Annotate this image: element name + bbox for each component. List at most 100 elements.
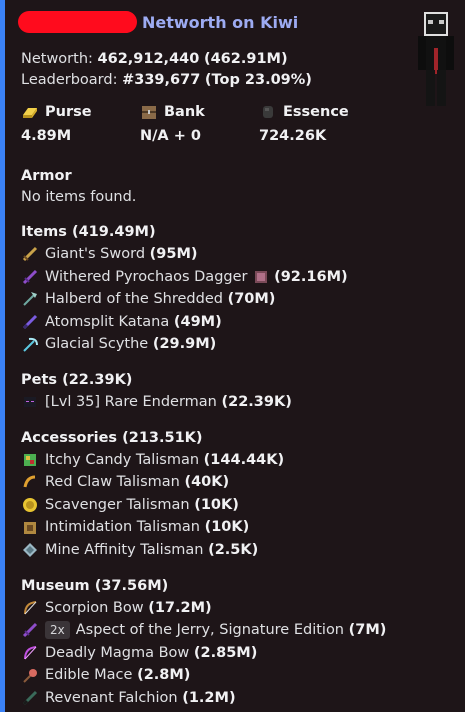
embed-accent-bar <box>0 0 5 712</box>
list-item: Edible Mace (2.8M) <box>21 664 441 687</box>
item-name: [Lvl 35] Rare Enderman <box>45 393 217 410</box>
networth-value: 462,912,440 <box>97 51 200 67</box>
gold-ingot-icon <box>23 108 37 118</box>
item-value: (144.44K) <box>203 451 285 468</box>
embed-author: Networth on Kiwi <box>18 8 441 36</box>
list-item: Giant's Sword (95M) <box>21 243 441 266</box>
pets-title: Pets (22.39K) <box>21 371 133 388</box>
item-name: Atomsplit Katana <box>45 313 170 330</box>
list-item: Atomsplit Katana (49M) <box>21 311 441 334</box>
scythe-icon <box>23 337 38 352</box>
pets-list: [Lvl 35] Rare Enderman (22.39K) <box>21 391 441 414</box>
claw-icon <box>23 475 36 488</box>
item-value: (17.2M) <box>148 599 212 616</box>
item-name: Itchy Candy Talisman <box>45 451 200 468</box>
bank-label: Bank <box>164 104 205 120</box>
essence-label: Essence <box>283 104 349 120</box>
item-value: (2.5K) <box>208 541 259 558</box>
networth-label: Networth: <box>21 51 93 67</box>
museum-list: Scorpion Bow (17.2M) 2x Aspect of the Je… <box>21 597 441 710</box>
item-name: Giant's Sword <box>45 246 146 262</box>
giants-sword-icon <box>22 247 38 262</box>
item-name: Withered Pyrochaos Dagger <box>45 268 248 285</box>
museum-title: Museum (37.56M) <box>21 577 169 594</box>
balance-fields: Purse 4.89M Bank N/A + 0 Essence 724.26K <box>21 101 441 147</box>
aspect-icon <box>22 623 38 638</box>
item-name: Scavenger Talisman <box>45 496 190 513</box>
item-name: Intimidation Talisman <box>45 519 200 536</box>
item-name: Edible Mace <box>45 667 133 684</box>
list-item: Scorpion Bow (17.2M) <box>21 597 441 620</box>
scavenger-icon <box>23 498 37 513</box>
list-item: [Lvl 35] Rare Enderman (22.39K) <box>21 391 441 414</box>
item-value: (2.85M) <box>193 644 258 661</box>
mace-icon <box>23 668 37 683</box>
item-name: Deadly Magma Bow <box>45 644 190 661</box>
list-item: 2x Aspect of the Jerry, Signature Editio… <box>21 619 441 642</box>
items-list: Giant's Sword (95M) Withered Pyrochaos D… <box>21 243 441 356</box>
list-item: Red Claw Talisman (40K) <box>21 471 441 494</box>
essence-icon <box>263 106 273 118</box>
item-value: (29.9M) <box>152 336 217 353</box>
chest-icon <box>142 106 156 119</box>
quantity-badge: 2x <box>45 621 70 640</box>
list-item: Revenant Falchion (1.2M) <box>21 687 441 710</box>
item-name: Glacial Scythe <box>45 336 149 353</box>
leaderboard-rank: #339,677 <box>122 72 201 88</box>
accessories-list: Itchy Candy Talisman (144.44K) Red Claw … <box>21 449 441 562</box>
leaderboard-top: (Top 23.09%) <box>204 72 312 88</box>
leaderboard-line: Leaderboard: #339,677 (Top 23.09%) <box>21 70 441 91</box>
item-value: (49M) <box>173 313 222 330</box>
dagger-icon <box>22 269 38 284</box>
armor-title: Armor <box>21 168 72 184</box>
gem-icon <box>255 270 268 283</box>
magma-bow-icon <box>24 646 37 660</box>
bank-field: Bank N/A + 0 <box>140 101 259 147</box>
mine-icon <box>23 543 37 558</box>
item-value: (2.8M) <box>137 667 191 684</box>
items-title: Items (419.49M) <box>21 224 156 240</box>
essence-field: Essence 724.26K <box>259 101 378 147</box>
item-value: (95M) <box>149 246 198 262</box>
item-value: (10K) <box>204 519 250 536</box>
purse-label: Purse <box>45 104 92 120</box>
purse-value: 4.89M <box>21 128 72 144</box>
armor-empty: No items found. <box>21 189 137 205</box>
item-value: (92.16M) <box>274 268 348 285</box>
item-name: Red Claw Talisman <box>45 474 180 491</box>
item-name: Aspect of the Jerry, Signature Edition <box>75 622 344 639</box>
redacted-username <box>18 11 137 33</box>
essence-value: 724.26K <box>259 128 327 144</box>
bank-value: N/A + 0 <box>140 128 201 144</box>
list-item: Mine Affinity Talisman (2.5K) <box>21 539 441 562</box>
networth-embed: Networth on Kiwi Networth: 462,912,440 (… <box>0 0 465 712</box>
list-item: Withered Pyrochaos Dagger (92.16M) <box>21 266 441 289</box>
intimidation-icon <box>24 521 36 534</box>
item-name: Mine Affinity Talisman <box>45 541 204 558</box>
item-name: Halberd of the Shredded <box>45 291 223 308</box>
leaderboard-label: Leaderboard: <box>21 72 118 88</box>
falchion-icon <box>22 691 38 706</box>
list-item: Itchy Candy Talisman (144.44K) <box>21 449 441 472</box>
item-value: (70M) <box>227 291 276 308</box>
candy-icon <box>24 453 36 466</box>
purse-field: Purse 4.89M <box>21 101 140 147</box>
item-value: (22.39K) <box>221 393 292 410</box>
enderman-icon <box>24 397 36 408</box>
item-value: (10K) <box>194 496 239 513</box>
item-name: Revenant Falchion <box>45 689 178 706</box>
item-value: (7M) <box>348 622 387 639</box>
item-name: Scorpion Bow <box>45 599 144 616</box>
list-item: Intimidation Talisman (10K) <box>21 516 441 539</box>
item-value: (40K) <box>184 474 230 491</box>
katana-icon <box>22 315 38 330</box>
list-item: Glacial Scythe (29.9M) <box>21 333 441 356</box>
bow-icon <box>24 600 37 615</box>
networth-short: (462.91M) <box>203 51 288 67</box>
accessories-title: Accessories (213.51K) <box>21 429 203 446</box>
list-item: Halberd of the Shredded (70M) <box>21 288 441 311</box>
list-item: Deadly Magma Bow (2.85M) <box>21 642 441 665</box>
embed-title[interactable]: Networth on Kiwi <box>142 13 298 32</box>
halberd-icon <box>23 292 37 307</box>
list-item: Scavenger Talisman (10K) <box>21 494 441 517</box>
